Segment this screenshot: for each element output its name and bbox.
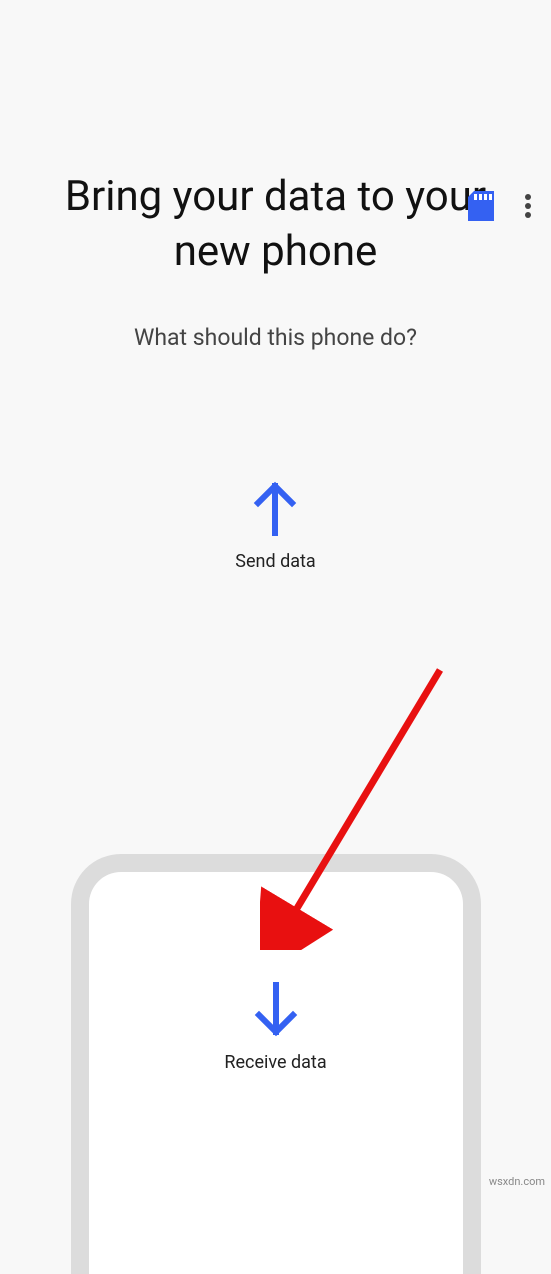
page-subtitle: What should this phone do? [40, 324, 511, 351]
receive-data-button[interactable]: Receive data [224, 982, 326, 1073]
toolbar [467, 190, 531, 222]
page-title: Bring your data to your new phone [40, 170, 511, 279]
receive-data-label: Receive data [224, 1052, 326, 1073]
send-data-label: Send data [235, 551, 315, 572]
options-container: Send data [0, 481, 551, 572]
send-data-button[interactable]: Send data [235, 481, 315, 572]
arrow-up-icon [250, 481, 300, 536]
watermark: wsxdn.com [489, 1175, 545, 1188]
more-menu-icon[interactable] [525, 192, 531, 220]
sd-card-icon[interactable] [467, 190, 495, 222]
phone-frame-illustration: Receive data [71, 854, 481, 1274]
arrow-down-icon [251, 982, 301, 1037]
